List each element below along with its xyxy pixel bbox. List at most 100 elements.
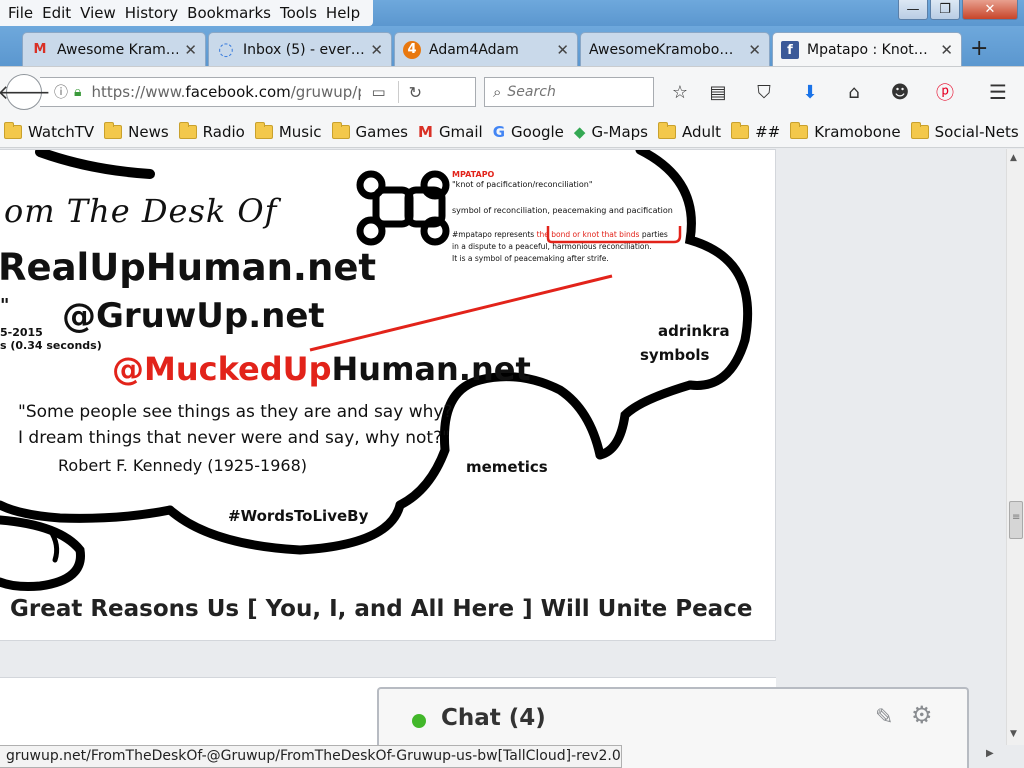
tab-awesomekramobo[interactable]: AwesomeKramobo… ✕ xyxy=(580,32,770,66)
reader-view-icon[interactable]: ▭ xyxy=(371,83,385,101)
facebook-icon: f xyxy=(781,41,799,59)
symbols-label: symbols xyxy=(640,346,710,364)
bookmark-gmail[interactable]: M Gmail xyxy=(418,123,483,141)
home-icon[interactable]: ⌂ xyxy=(842,80,866,104)
bookmark-google[interactable]: G Google xyxy=(493,123,564,141)
vertical-scrollbar[interactable]: ▲ ▼ xyxy=(1006,149,1024,745)
mpatapo-subtitle: "knot of pacification/reconciliation" xyxy=(452,180,593,189)
adam4adam-icon: 4 xyxy=(403,40,421,59)
scroll-down-icon[interactable]: ▼ xyxy=(1010,729,1017,739)
navigation-bar: ⓘ 🔒︎ https://www.facebook.com/gruwup/pos… xyxy=(0,66,1024,116)
dates-text: 5-2015 xyxy=(0,326,43,339)
menu-file[interactable]: File xyxy=(6,4,40,22)
mpatapo-title: MPATAPO xyxy=(452,170,495,179)
folder-icon xyxy=(657,121,676,139)
lock-icon: 🔒︎ xyxy=(74,84,82,100)
window-controls: — ❐ ✕ xyxy=(898,0,1018,20)
gear-icon[interactable]: ⚙ xyxy=(911,701,933,729)
folder-icon xyxy=(331,121,350,139)
url-bar[interactable]: ⓘ 🔒︎ https://www.facebook.com/gruwup/pos… xyxy=(40,77,476,107)
menu-history[interactable]: History xyxy=(123,4,185,22)
pinterest-icon[interactable]: ⓟ xyxy=(933,80,957,104)
mpatapo-line-3: It is a symbol of peacemaking after stri… xyxy=(452,254,609,263)
realup-heading: RealUpHuman.net xyxy=(0,246,377,289)
close-tab-icon[interactable]: ✕ xyxy=(184,41,197,59)
inbox-icon: ◌ xyxy=(218,39,234,60)
seconds-text: s (0.34 seconds) xyxy=(0,339,102,352)
quote-mark: " xyxy=(0,295,10,316)
maps-icon: ◆ xyxy=(573,122,586,141)
tab-label: Awesome Kram… xyxy=(57,41,179,58)
hashtag-label: #WordsToLiveBy xyxy=(228,507,369,525)
search-input[interactable] xyxy=(507,84,638,100)
restore-button[interactable]: ❐ xyxy=(930,0,960,20)
google-icon: G xyxy=(492,122,506,141)
minimize-button[interactable]: — xyxy=(898,0,928,20)
close-window-button[interactable]: ✕ xyxy=(962,0,1018,20)
title-bar: File Edit View History Bookmarks Tools H… xyxy=(0,0,1024,26)
compose-icon[interactable]: ✎ xyxy=(875,705,893,730)
chat-label: Chat (4) xyxy=(441,705,546,731)
bookmark-news[interactable]: News xyxy=(104,121,169,141)
gmail-icon: M xyxy=(33,42,47,57)
gruwup-heading: @GruwUp.net xyxy=(62,296,325,336)
url-text[interactable]: https://www.facebook.com/gruwup/pos xyxy=(91,83,361,101)
close-tab-icon[interactable]: ✕ xyxy=(940,41,953,59)
memetics-label: memetics xyxy=(466,458,548,476)
bookmarks-bar: WatchTV News Radio Music Games M Gmail GG… xyxy=(0,116,1024,148)
post-image[interactable]: om The Desk Of RealUpHuman.net " @GruwUp… xyxy=(0,149,776,641)
tab-label: AwesomeKramobo… xyxy=(589,41,734,58)
tab-adam4adam[interactable]: 4 Adam4Adam ✕ xyxy=(394,32,578,66)
adrinkra-label: adrinkra xyxy=(658,322,730,340)
bookmark-adult[interactable]: Adult xyxy=(657,121,721,141)
folder-icon xyxy=(104,121,123,139)
pocket-icon[interactable]: ⛉ xyxy=(752,80,776,104)
gmail-icon: M xyxy=(418,122,433,141)
desk-heading: om The Desk Of xyxy=(4,192,278,230)
menu-help[interactable]: Help xyxy=(324,4,367,22)
quote-line-2: I dream things that never were and say, … xyxy=(18,428,450,448)
scroll-thumb[interactable] xyxy=(1009,501,1023,539)
bookmark-radio[interactable]: Radio xyxy=(178,121,245,141)
bookmark-games[interactable]: Games xyxy=(331,121,408,141)
emoji-addon-icon[interactable]: ☻ xyxy=(888,80,912,104)
folder-icon xyxy=(178,121,197,139)
menu-edit[interactable]: Edit xyxy=(40,4,78,22)
downloads-icon[interactable]: ⬇ xyxy=(798,80,822,104)
reasons-caption: Great Reasons Us [ You, I, and All Here … xyxy=(10,596,753,622)
close-tab-icon[interactable]: ✕ xyxy=(556,41,569,59)
bookmark-star-icon[interactable]: ☆ xyxy=(668,80,692,104)
close-tab-icon[interactable]: ✕ xyxy=(370,41,383,59)
bookmark-hashhash[interactable]: ## xyxy=(731,121,780,141)
tab-inbox[interactable]: ◌ Inbox (5) - ever… ✕ xyxy=(208,32,392,66)
search-box[interactable]: ⌕ xyxy=(484,77,654,107)
online-status-dot xyxy=(412,714,426,728)
bookmark-social-nets[interactable]: Social-Nets xyxy=(910,121,1019,141)
menu-tools[interactable]: Tools xyxy=(278,4,324,22)
folder-icon xyxy=(790,121,809,139)
bookmark-watchtv[interactable]: WatchTV xyxy=(4,121,94,141)
new-tab-button[interactable]: + xyxy=(970,36,988,61)
bookmark-gmaps[interactable]: ◆ G-Maps xyxy=(574,123,648,141)
tab-label: Adam4Adam xyxy=(429,41,519,58)
menu-view[interactable]: View xyxy=(78,4,123,22)
hamburger-menu-icon[interactable]: ☰ xyxy=(986,80,1010,104)
close-tab-icon[interactable]: ✕ xyxy=(748,41,761,59)
scroll-right-icon[interactable]: ▶ xyxy=(986,748,994,759)
site-info-icon[interactable]: ⓘ xyxy=(54,82,68,102)
menu-bookmarks[interactable]: Bookmarks xyxy=(185,4,278,22)
back-button[interactable]: 🡐 xyxy=(0,74,51,110)
bookmark-kramobone[interactable]: Kramobone xyxy=(790,121,901,141)
mucked-heading: @MuckedUpHuman.net xyxy=(112,350,531,388)
reading-list-icon[interactable]: ▤ xyxy=(706,80,730,104)
scroll-up-icon[interactable]: ▲ xyxy=(1010,153,1017,163)
tab-mpatapo[interactable]: f Mpatapo : Knot… ✕ xyxy=(772,32,962,67)
bookmark-music[interactable]: Music xyxy=(254,121,322,141)
folder-icon xyxy=(910,121,929,139)
tab-awesome-kram[interactable]: M Awesome Kram… ✕ xyxy=(22,32,206,66)
search-icon: ⌕ xyxy=(493,83,502,101)
reload-icon[interactable]: ↻ xyxy=(409,83,422,102)
url-separator xyxy=(397,81,399,103)
menu-bar: File Edit View History Bookmarks Tools H… xyxy=(0,0,374,26)
quote-author: Robert F. Kennedy (1925-1968) xyxy=(58,456,307,475)
